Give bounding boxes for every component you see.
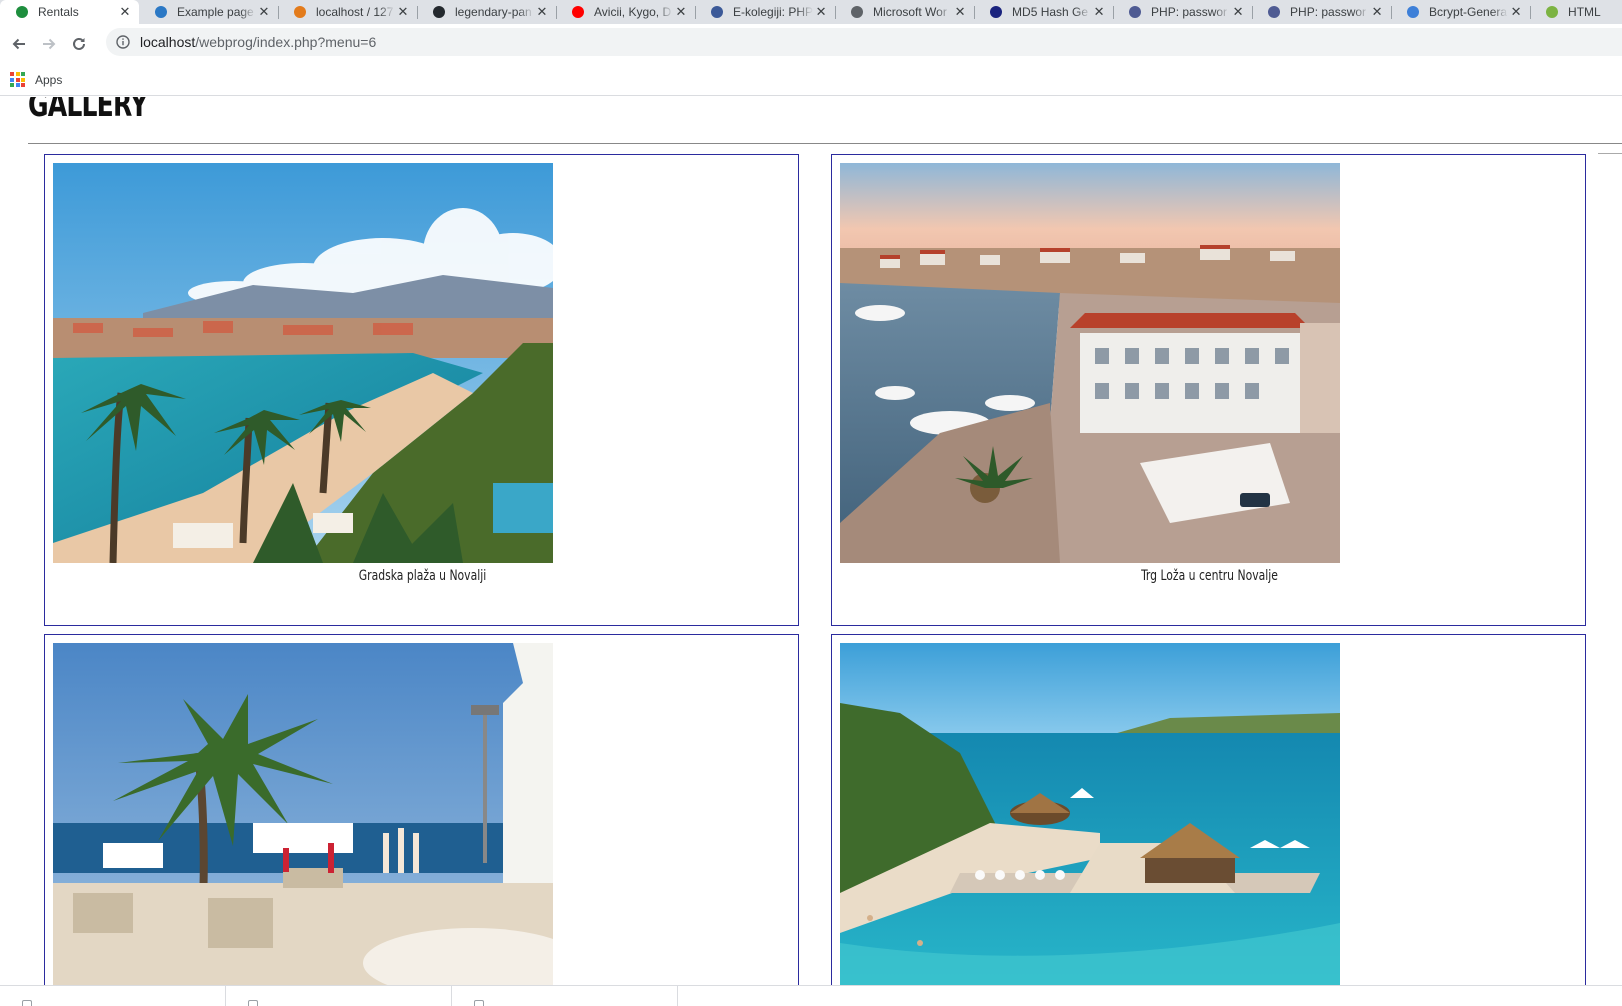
bcrypt-icon — [1405, 4, 1421, 20]
tab-close-icon[interactable]: ✕ — [952, 4, 968, 20]
tab-title: Rentals — [38, 5, 79, 19]
gallery-photo-lagoon[interactable] — [840, 643, 1340, 985]
tab-close-icon[interactable]: ✕ — [534, 4, 550, 20]
gallery-photo-beach[interactable] — [53, 163, 553, 563]
info-icon[interactable] — [116, 35, 130, 49]
phpmyadmin-icon — [292, 4, 308, 20]
tab-title: E-kolegiji: PHP — [733, 5, 814, 19]
gallery-item — [44, 634, 799, 985]
reload-button[interactable] — [66, 31, 92, 57]
address-bar[interactable]: localhost/webprog/index.php?menu=6 — [106, 28, 1622, 56]
bookmarks-bar: Apps — [0, 64, 1622, 96]
md5-icon — [988, 4, 1004, 20]
download-item[interactable] — [0, 986, 226, 1006]
tab-strip: Rentals ✕ Example page ✕ localhost / 127 ✕ leg… — [0, 0, 1622, 24]
gallery-item — [831, 634, 1586, 985]
php-icon — [1266, 4, 1282, 20]
tab-close-icon[interactable]: ✕ — [1091, 4, 1107, 20]
forward-arrow-icon — [43, 38, 56, 50]
browser-tab[interactable]: HTML — [1530, 0, 1622, 24]
browser-tab[interactable]: MD5 Hash Ge ✕ — [974, 0, 1113, 24]
file-icon — [22, 1000, 32, 1006]
github-icon — [431, 4, 447, 20]
back-arrow-icon — [12, 38, 25, 50]
tab-title: MD5 Hash Ge — [1012, 5, 1089, 19]
tab-close-icon[interactable]: ✕ — [117, 4, 133, 20]
file-icon — [474, 1000, 484, 1006]
page-title: GALLERY — [28, 97, 148, 125]
tab-close-icon[interactable]: ✕ — [673, 4, 689, 20]
gallery-item: Trg Loža u centru Novalje — [831, 154, 1586, 626]
browser-tab[interactable]: Bcrypt-Genera ✕ — [1391, 0, 1530, 24]
gallery-caption: Trg Loža u centru Novalje — [1141, 568, 1278, 584]
url-path: /webprog/index.php?menu=6 — [195, 34, 377, 50]
download-item[interactable] — [226, 986, 452, 1006]
tab-title: Bcrypt-Genera — [1429, 5, 1508, 19]
apps-bookmark-label[interactable]: Apps — [35, 73, 62, 87]
sidebar-divider — [1598, 153, 1622, 154]
rentals-icon — [14, 4, 30, 20]
html-icon — [1544, 4, 1560, 20]
gallery-photo-promenade[interactable] — [53, 643, 553, 985]
php-icon — [1127, 4, 1143, 20]
tab-close-icon[interactable]: ✕ — [813, 4, 829, 20]
title-divider — [28, 143, 1622, 144]
tab-close-icon[interactable]: ✕ — [256, 4, 272, 20]
browser-tab[interactable]: PHP: passwor ✕ — [1113, 0, 1252, 24]
browser-tab[interactable]: legendary-pan ✕ — [417, 0, 556, 24]
youtube-icon — [570, 4, 586, 20]
graduation-icon — [709, 4, 725, 20]
browser-tab[interactable]: localhost / 127 ✕ — [278, 0, 417, 24]
gallery-photo-harbour[interactable] — [840, 163, 1340, 563]
tab-title: localhost / 127 — [316, 5, 394, 19]
url-host: localhost — [140, 34, 196, 50]
tab-title: PHP: passwor — [1290, 5, 1367, 19]
gallery-caption: Gradska plaža u Novalji — [358, 568, 487, 584]
globe-icon — [849, 4, 865, 20]
browser-tab[interactable]: Rentals ✕ — [0, 0, 139, 24]
browser-tab[interactable]: Microsoft Wor ✕ — [835, 0, 974, 24]
reload-icon — [73, 37, 85, 50]
tab-title: Example page — [177, 5, 254, 19]
browser-tab[interactable]: Example page ✕ — [139, 0, 278, 24]
download-item[interactable] — [452, 986, 678, 1006]
tab-title: HTML — [1568, 5, 1601, 19]
tab-title: PHP: passwor — [1151, 5, 1228, 19]
tab-title: Microsoft Wor — [873, 5, 947, 19]
tab-close-icon[interactable]: ✕ — [1369, 4, 1385, 20]
gallery-item: Gradska plaža u Novalji — [44, 154, 799, 626]
browser-tab[interactable]: E-kolegiji: PHP ✕ — [695, 0, 835, 24]
page-viewport: GALLERY Gradska plaža u Novalji Trg Loža… — [0, 97, 1622, 985]
tab-title: Avicii, Kygo, D — [594, 5, 672, 19]
tab-close-icon[interactable]: ✕ — [395, 4, 411, 20]
browser-tab[interactable]: Avicii, Kygo, D ✕ — [556, 0, 695, 24]
apps-icon[interactable] — [10, 72, 25, 87]
forward-button[interactable] — [36, 31, 62, 57]
downloads-bar — [0, 985, 1622, 1006]
edge-icon — [153, 4, 169, 20]
browser-tab[interactable]: PHP: passwor ✕ — [1252, 0, 1391, 24]
browser-toolbar: localhost/webprog/index.php?menu=6 — [0, 24, 1622, 64]
tab-title: legendary-pan — [455, 5, 532, 19]
tab-close-icon[interactable]: ✕ — [1230, 4, 1246, 20]
file-icon — [248, 1000, 258, 1006]
back-button[interactable] — [6, 31, 32, 57]
tab-close-icon[interactable]: ✕ — [1508, 4, 1524, 20]
